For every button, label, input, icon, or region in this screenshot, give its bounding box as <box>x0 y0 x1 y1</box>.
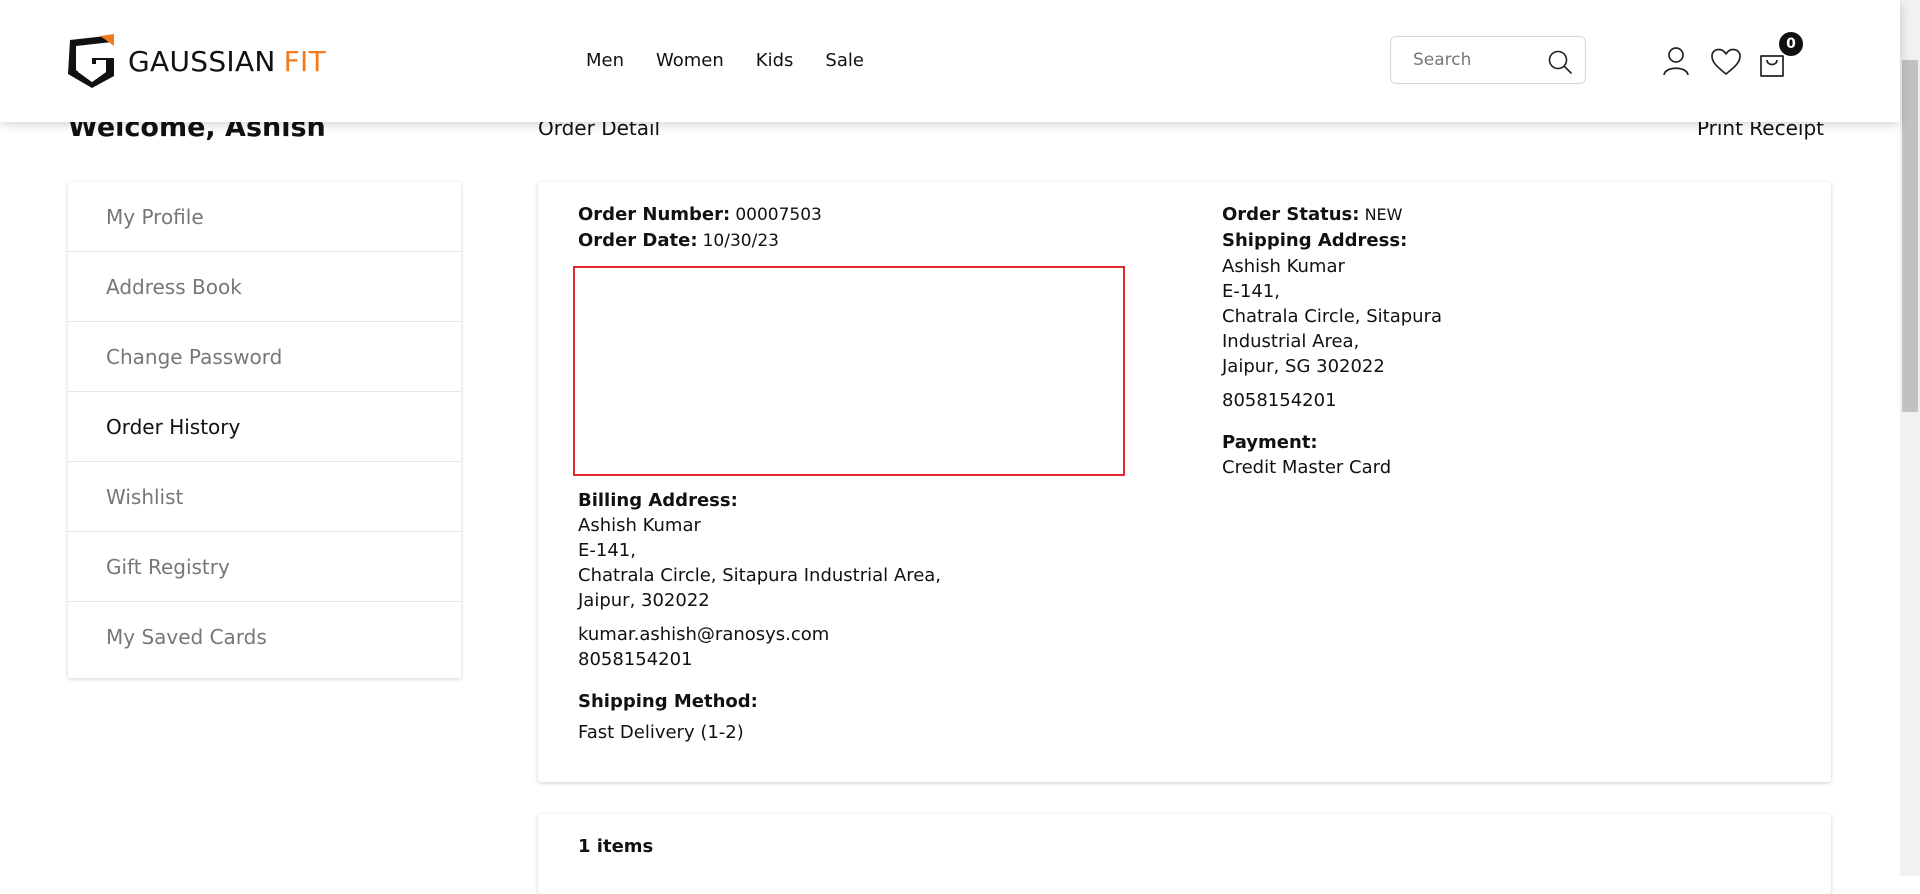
order-detail-card: Order Number: 00007503 Order Date: 10/30… <box>538 182 1831 782</box>
sidebar-item-my-saved-cards[interactable]: My Saved Cards <box>68 602 461 672</box>
billing-address-line: Jaipur, 302022 <box>578 590 710 611</box>
shipping-method-value: Fast Delivery (1-2) <box>578 722 744 743</box>
shipping-address-block: Shipping Address: Ashish Kumar E-141, Ch… <box>1222 228 1442 480</box>
user-icon[interactable] <box>1662 46 1690 76</box>
shipping-address-line: Industrial Area, <box>1222 331 1360 352</box>
order-date-row: Order Date: 10/30/23 <box>578 230 779 251</box>
site-header: GAUSSIANFIT Men Women Kids Sale 0 <box>0 0 1900 122</box>
logo-text-primary: GAUSSIAN <box>128 44 276 78</box>
highlight-box <box>573 266 1125 476</box>
sidebar-item-my-profile[interactable]: My Profile <box>68 182 461 252</box>
cart-count-badge: 0 <box>1779 32 1803 56</box>
order-items-card: 1 items <box>538 814 1831 894</box>
search-input[interactable] <box>1411 49 1545 71</box>
shipping-address-label: Shipping Address: <box>1222 230 1408 251</box>
payment-label: Payment: <box>1222 432 1318 453</box>
nav-kids[interactable]: Kids <box>756 50 794 71</box>
shipping-address-line: Jaipur, SG 302022 <box>1222 356 1385 377</box>
items-count: 1 items <box>578 836 654 857</box>
shipping-address-line: Chatrala Circle, Sitapura <box>1222 306 1443 327</box>
order-status-row: Order Status: NEW <box>1222 204 1402 225</box>
order-status-label: Order Status: <box>1222 204 1360 225</box>
billing-address-line: Chatrala Circle, Sitapura Industrial Are… <box>578 565 942 586</box>
nav-sale[interactable]: Sale <box>825 50 864 71</box>
search-box <box>1390 36 1586 84</box>
wishlist-heart-icon[interactable] <box>1710 48 1742 76</box>
search-icon[interactable] <box>1547 49 1573 75</box>
order-number-label: Order Number: <box>578 204 731 225</box>
sidebar-item-order-history[interactable]: Order History <box>68 392 461 462</box>
billing-address-label: Billing Address: <box>578 490 738 511</box>
main-nav: Men Women Kids Sale <box>586 50 864 71</box>
shipping-phone: 8058154201 <box>1222 390 1337 411</box>
nav-women[interactable]: Women <box>656 50 724 71</box>
sidebar-item-address-book[interactable]: Address Book <box>68 252 461 322</box>
order-date-label: Order Date: <box>578 230 698 251</box>
billing-address-line: Ashish Kumar <box>578 515 701 536</box>
order-date-value: 10/30/23 <box>702 231 779 251</box>
order-number-value: 00007503 <box>735 205 822 225</box>
page-scrollbar-thumb[interactable] <box>1902 60 1918 412</box>
order-status-value: NEW <box>1364 205 1403 224</box>
billing-address-line: E-141, <box>578 540 636 561</box>
shipping-address-line: Ashish Kumar <box>1222 256 1345 277</box>
billing-email: kumar.ashish@ranosys.com <box>578 624 830 645</box>
nav-men[interactable]: Men <box>586 50 624 71</box>
order-number-row: Order Number: 00007503 <box>578 204 822 225</box>
sidebar-item-change-password[interactable]: Change Password <box>68 322 461 392</box>
shipping-method-label: Shipping Method: <box>578 691 758 712</box>
billing-phone: 8058154201 <box>578 649 693 670</box>
shipping-address-line: E-141, <box>1222 281 1280 302</box>
sidebar-item-wishlist[interactable]: Wishlist <box>68 462 461 532</box>
sidebar-item-gift-registry[interactable]: Gift Registry <box>68 532 461 602</box>
logo[interactable]: GAUSSIAN FIT <box>66 34 326 88</box>
billing-address-block: Billing Address: Ashish Kumar E-141, Cha… <box>578 488 941 745</box>
account-sidebar: My Profile Address Book Change Password … <box>68 182 461 678</box>
payment-value: Credit Master Card <box>1222 457 1392 478</box>
logo-text-accent: FIT <box>283 44 327 78</box>
logo-icon <box>68 34 114 88</box>
